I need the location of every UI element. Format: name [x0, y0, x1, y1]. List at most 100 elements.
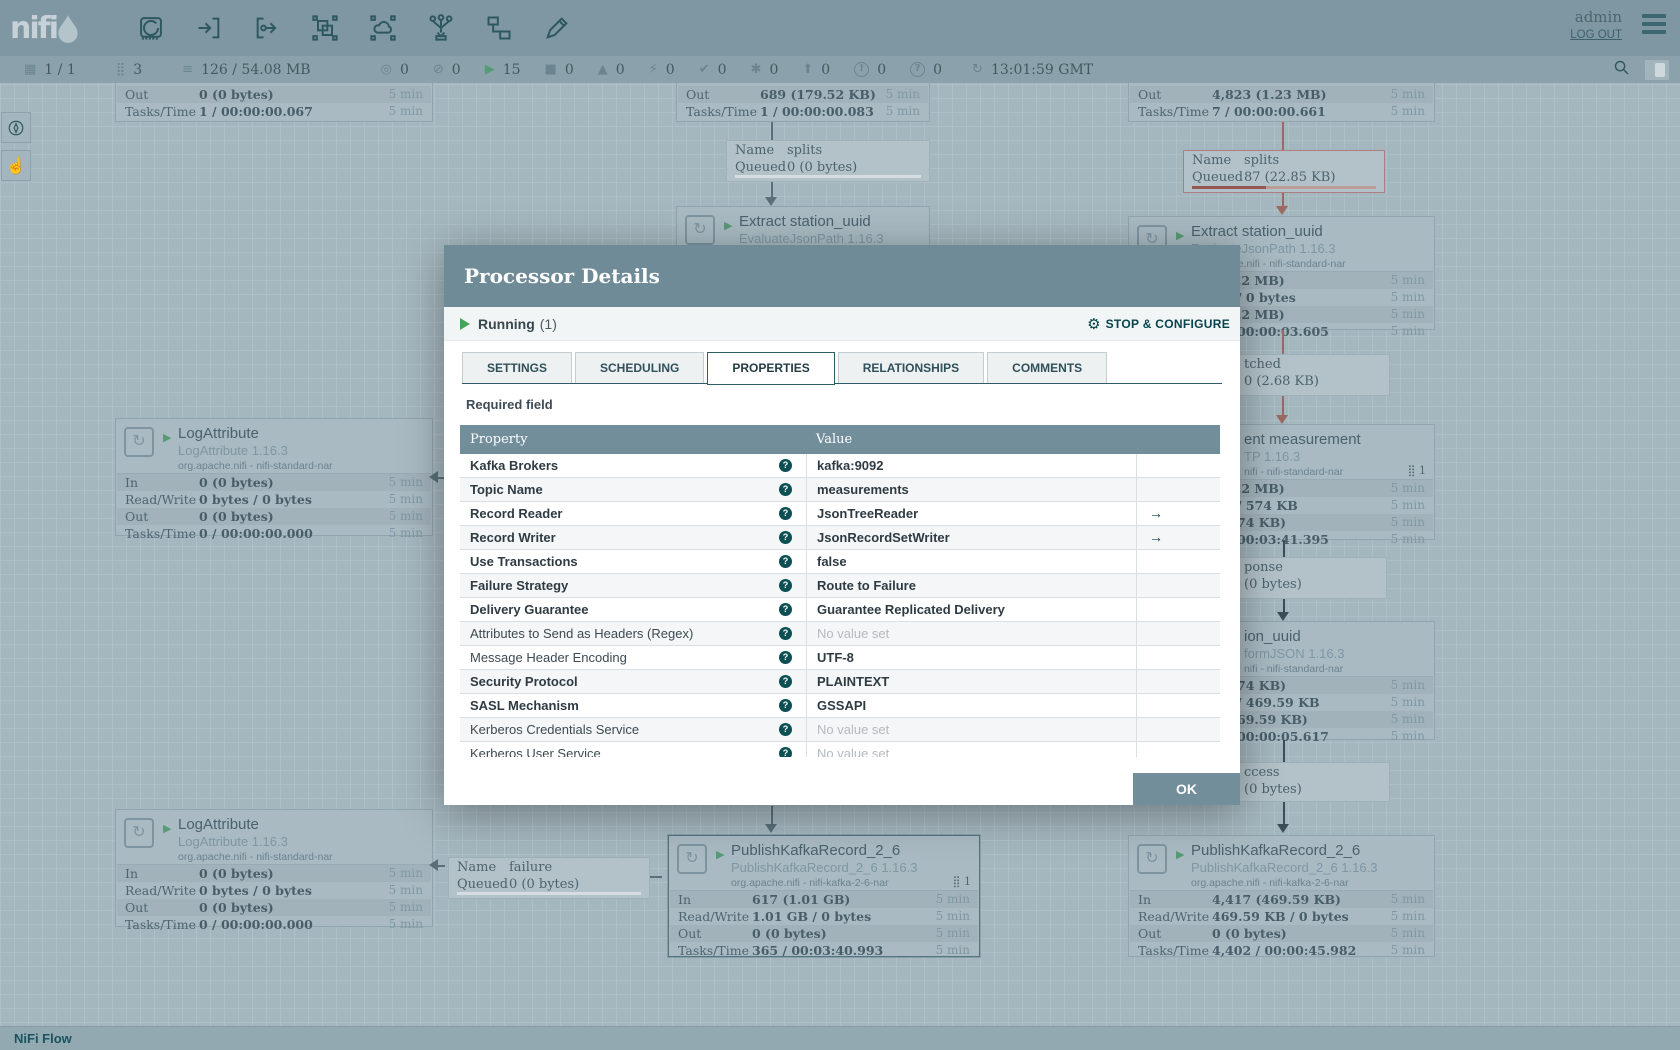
help-icon[interactable]: ?	[779, 483, 792, 496]
ok-button[interactable]: OK	[1133, 773, 1240, 805]
property-row[interactable]: Use Transactions?false	[460, 550, 1220, 574]
connection-line[interactable]	[1283, 540, 1285, 557]
go-to-service-icon[interactable]: →	[1136, 526, 1220, 549]
property-row[interactable]: Security Protocol?PLAINTEXT	[460, 670, 1220, 694]
connection-line[interactable]	[438, 865, 445, 867]
breadcrumb[interactable]: NiFi Flow	[14, 1031, 72, 1046]
up-to-date-icon: ✔	[699, 62, 710, 77]
menu-icon[interactable]	[1642, 14, 1666, 38]
property-row[interactable]: Kerberos Credentials Service?No value se…	[460, 718, 1220, 742]
output-port-toolbar-icon[interactable]	[252, 13, 282, 43]
operate-palette-button[interactable]: ☝	[1, 150, 31, 181]
property-row[interactable]: Message Header Encoding?UTF-8	[460, 646, 1220, 670]
property-row[interactable]: Failure Strategy?Route to Failure	[460, 574, 1220, 598]
property-value[interactable]: No value set	[806, 718, 1136, 741]
processor-toolbar-icon[interactable]	[136, 13, 166, 43]
help-icon[interactable]: ?	[779, 699, 792, 712]
connection-line[interactable]	[650, 876, 662, 878]
help-icon[interactable]: ?	[779, 531, 792, 544]
property-row[interactable]: Topic Name?measurements	[460, 478, 1220, 502]
connection-line[interactable]	[1283, 740, 1285, 762]
locally-modified-icon: ✱	[751, 62, 762, 77]
drop-icon	[55, 14, 81, 44]
property-row[interactable]: SASL Mechanism?GSSAPI	[460, 694, 1220, 718]
stat-row: Tasks/Time1 / 00:00:00.0835 min	[678, 103, 928, 120]
property-value[interactable]: GSSAPI	[806, 694, 1136, 717]
logout-link[interactable]: LOG OUT	[1570, 29, 1622, 41]
label-toolbar-icon[interactable]	[542, 13, 572, 43]
property-name: Use Transactions?	[460, 550, 806, 573]
help-icon[interactable]: ?	[779, 675, 792, 688]
connection-label-failure[interactable]: Namefailure Queued0 (0 bytes)	[448, 857, 650, 899]
navigate-palette-button[interactable]	[1, 112, 31, 143]
stop-configure-button[interactable]: ⚙ STOP & CONFIGURE	[1087, 315, 1230, 333]
connection-line[interactable]	[771, 122, 773, 140]
row-end-cell	[1136, 598, 1220, 621]
property-value[interactable]: Route to Failure	[806, 574, 1136, 597]
help-icon[interactable]: ?	[779, 747, 792, 757]
property-value[interactable]: No value set	[806, 622, 1136, 645]
property-row[interactable]: Delivery Guarantee?Guarantee Replicated …	[460, 598, 1220, 622]
column-property: Property	[460, 425, 806, 454]
panel-toggle-button[interactable]	[1644, 59, 1670, 81]
property-name: Failure Strategy?	[460, 574, 806, 597]
last-refreshed[interactable]: ↻13:01:59 GMT	[972, 62, 1093, 78]
processor-logattribute-mid[interactable]: ↻ ▶ LogAttribute LogAttribute 1.16.3 org…	[115, 418, 433, 536]
connection-line[interactable]	[1282, 122, 1284, 150]
property-value[interactable]: UTF-8	[806, 646, 1136, 669]
connection-line[interactable]	[771, 806, 773, 824]
property-value[interactable]: Guarantee Replicated Delivery	[806, 598, 1136, 621]
tab-comments[interactable]: COMMENTS	[987, 352, 1107, 383]
process-group-toolbar-icon[interactable]	[310, 13, 340, 43]
connection-line[interactable]	[1283, 599, 1285, 612]
tab-relationships[interactable]: RELATIONSHIPS	[838, 352, 984, 383]
connection-label-splits[interactable]: Namesplits Queued0 (0 bytes)	[726, 140, 930, 182]
go-to-service-icon[interactable]: →	[1136, 502, 1220, 525]
connection-line[interactable]	[1283, 802, 1285, 824]
connection-line[interactable]	[1282, 330, 1284, 354]
property-name: Kerberos Credentials Service?	[460, 718, 806, 741]
help-icon[interactable]: ?	[779, 555, 792, 568]
connection-line[interactable]	[771, 182, 773, 197]
funnel-toolbar-icon[interactable]	[426, 13, 456, 43]
template-toolbar-icon[interactable]	[484, 13, 514, 43]
processor-logattribute-bottom[interactable]: ↻ ▶ LogAttribute LogAttribute 1.16.3 org…	[115, 809, 433, 927]
arrowhead-left-icon	[429, 471, 438, 483]
property-value[interactable]: No value set	[806, 742, 1136, 757]
property-value[interactable]: false	[806, 550, 1136, 573]
tab-properties[interactable]: PROPERTIES	[707, 352, 834, 385]
property-row[interactable]: Record Reader?JsonTreeReader→	[460, 502, 1220, 526]
running-icon: ▶	[163, 431, 171, 444]
help-icon[interactable]: ?	[779, 459, 792, 472]
property-value[interactable]: kafka:9092	[806, 454, 1136, 477]
help-icon[interactable]: ?	[779, 651, 792, 664]
property-value[interactable]: measurements	[806, 478, 1136, 501]
tab-scheduling[interactable]: SCHEDULING	[575, 352, 704, 383]
property-value[interactable]: JsonRecordSetWriter	[806, 526, 1136, 549]
row-end-cell	[1136, 622, 1220, 645]
stat-row: Tasks/Time7 / 00:00:00.6615 min	[1130, 103, 1433, 120]
input-port-toolbar-icon[interactable]	[194, 13, 224, 43]
connection-label-splits-queued[interactable]: Namesplits Queued87 (22.85 KB)	[1183, 150, 1385, 193]
connection-line[interactable]	[1282, 193, 1284, 206]
search-icon[interactable]	[1613, 59, 1630, 80]
property-value[interactable]: JsonTreeReader	[806, 502, 1136, 525]
help-icon[interactable]: ?	[779, 507, 792, 520]
tab-settings[interactable]: SETTINGS	[462, 352, 572, 383]
help-icon[interactable]: ?	[779, 627, 792, 640]
help-icon[interactable]: ?	[779, 723, 792, 736]
help-icon[interactable]: ?	[779, 579, 792, 592]
connection-line[interactable]	[1282, 396, 1284, 415]
property-row[interactable]: Attributes to Send as Headers (Regex)?No…	[460, 622, 1220, 646]
running-icon: ▶	[716, 848, 724, 861]
processor-publishkafka-right[interactable]: ↻ ▶ PublishKafkaRecord_2_6 PublishKafkaR…	[1128, 835, 1435, 957]
property-row[interactable]: Record Writer?JsonRecordSetWriter→	[460, 526, 1220, 550]
processor-publishkafka-mid[interactable]: ↻ ▶ PublishKafkaRecord_2_6 PublishKafkaR…	[668, 835, 980, 957]
remote-process-group-toolbar-icon[interactable]	[368, 13, 398, 43]
help-icon[interactable]: ?	[779, 603, 792, 616]
property-value[interactable]: PLAINTEXT	[806, 670, 1136, 693]
hand-icon: ☝	[6, 156, 26, 176]
property-row[interactable]: Kafka Brokers?kafka:9092	[460, 454, 1220, 478]
property-row[interactable]: Kerberos User Service?No value set	[460, 742, 1220, 757]
exclamation-icon: !	[854, 62, 869, 77]
